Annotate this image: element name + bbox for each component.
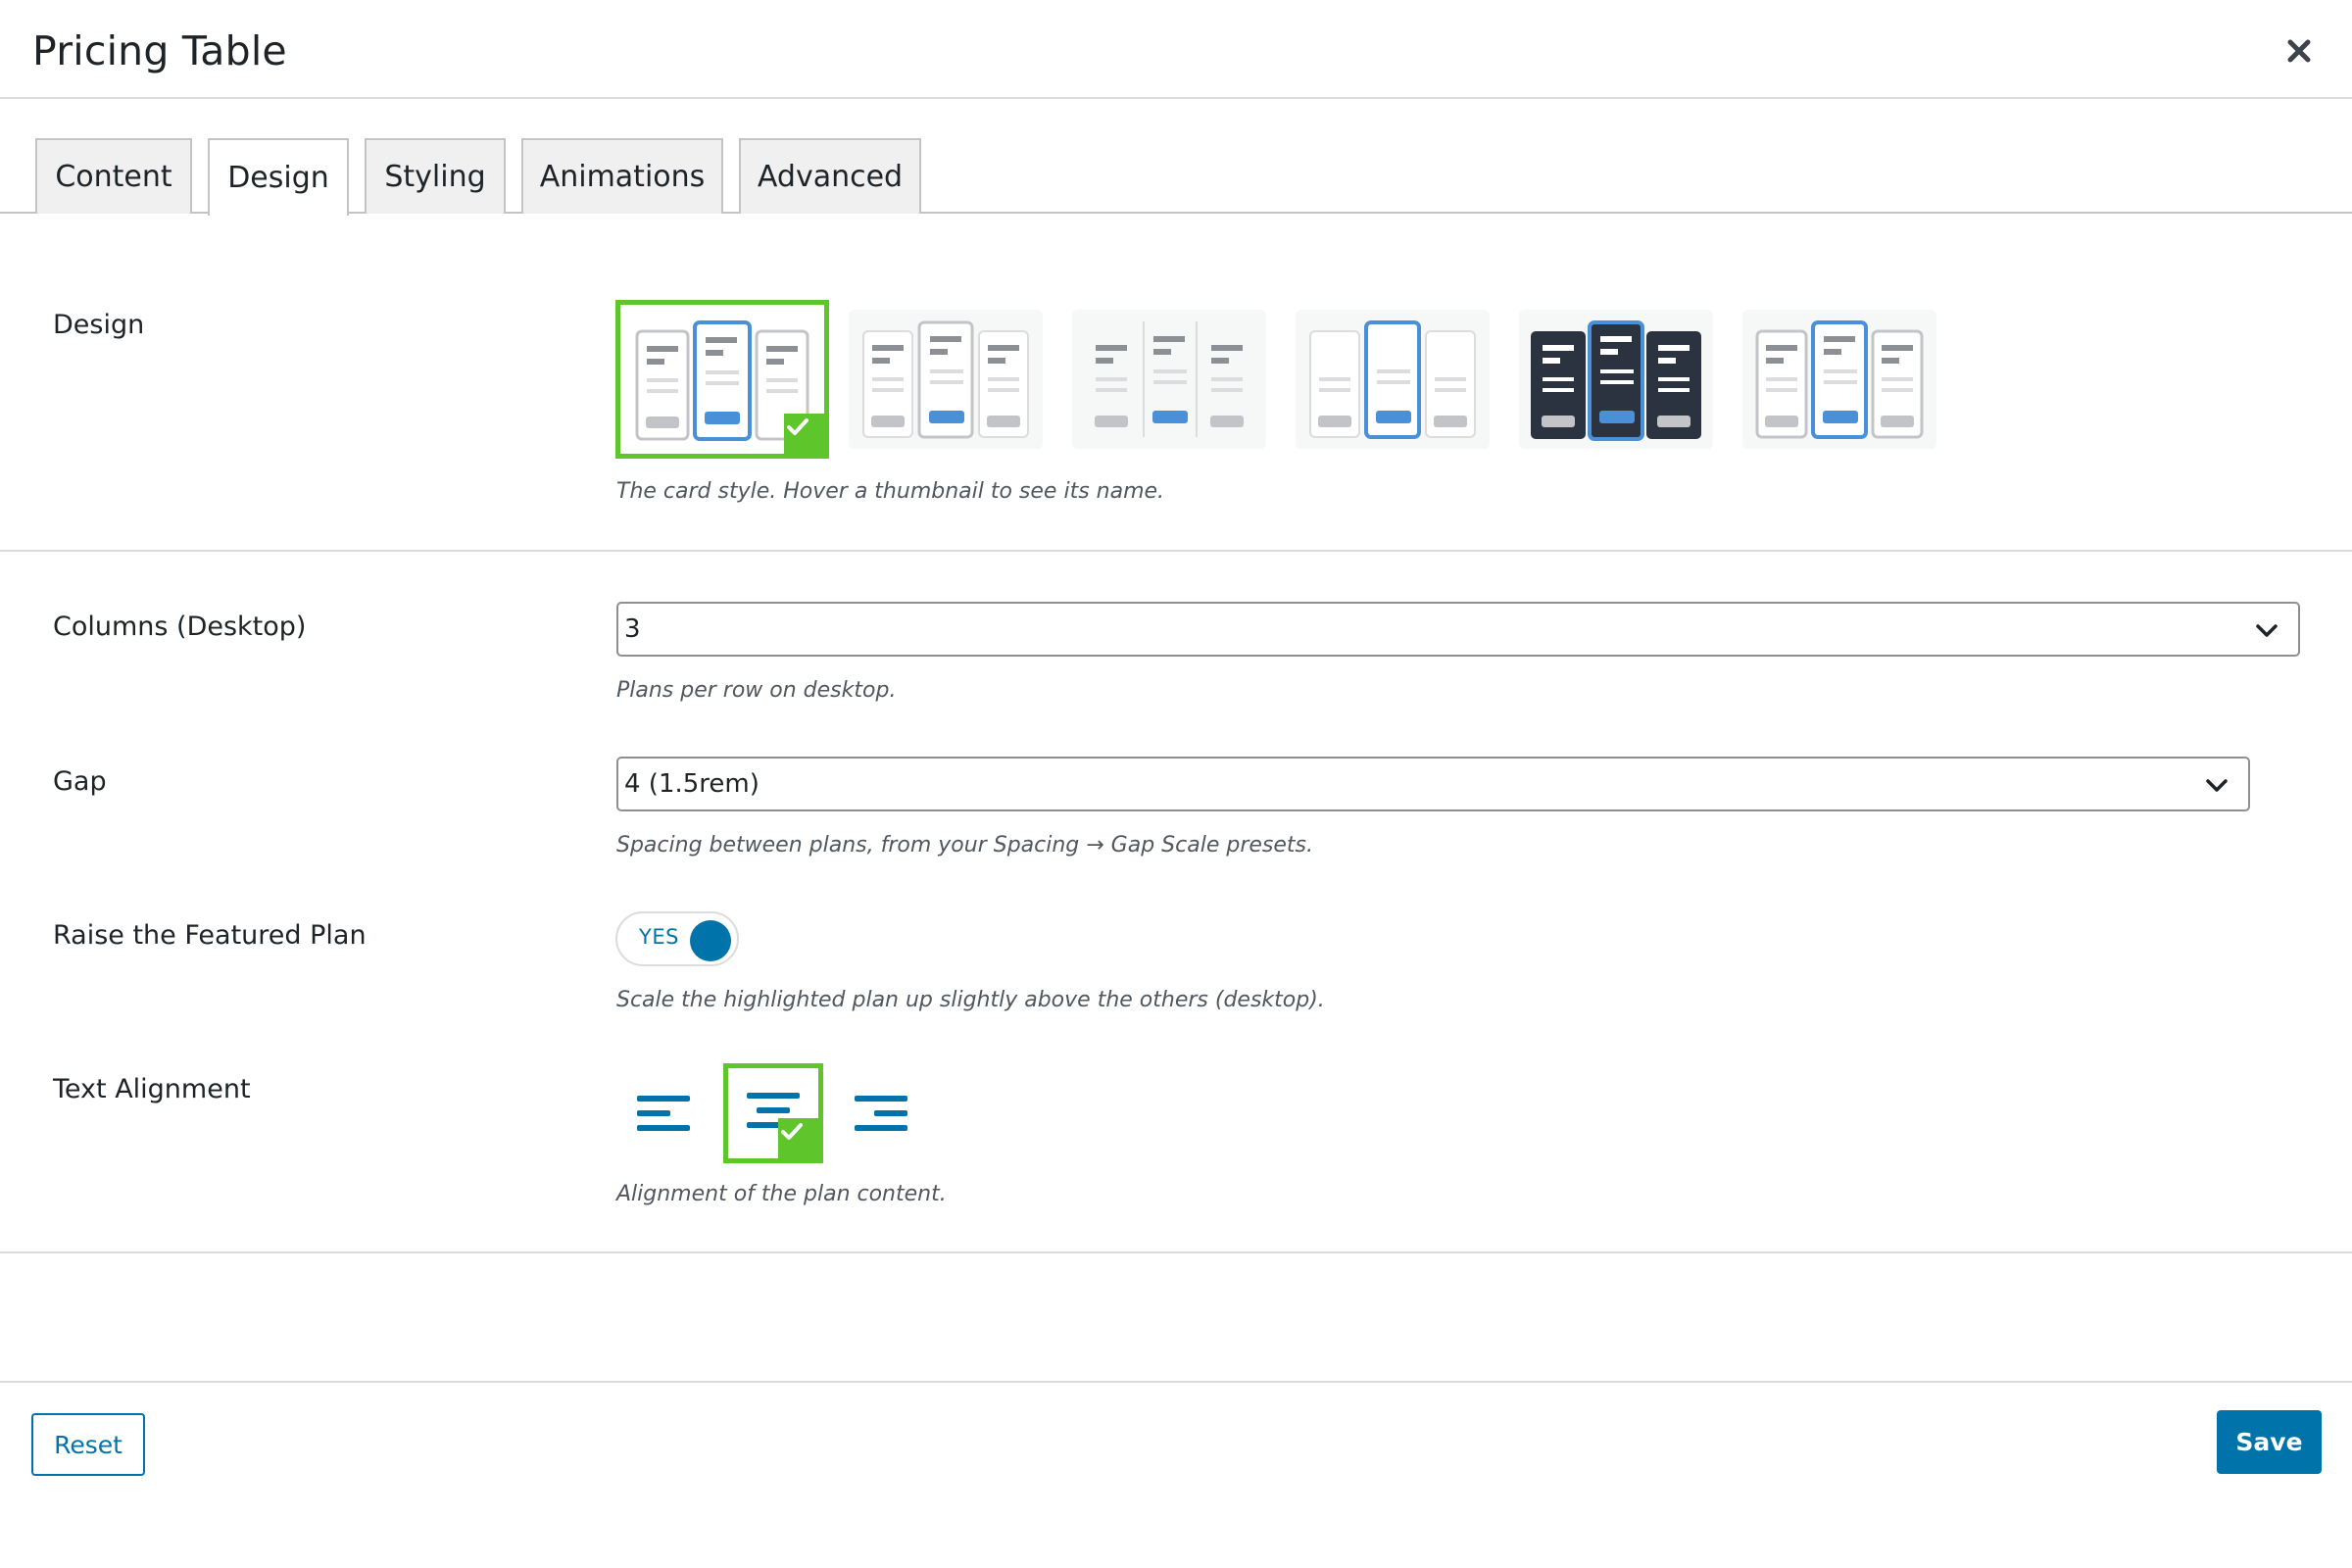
design-thumbnail-3[interactable] [1072, 310, 1266, 449]
design-thumbnail-2[interactable] [849, 310, 1043, 449]
checkmark-icon [784, 414, 829, 459]
save-button[interactable]: Save [2217, 1410, 2322, 1474]
modal-header: Pricing Table [0, 0, 2352, 99]
raise-featured-toggle[interactable]: YES [615, 911, 739, 966]
text-alignment-help-text: Alignment of the plan content. [616, 1182, 947, 1206]
design-thumbnail-4[interactable] [1296, 310, 1490, 449]
section-divider [0, 1251, 2352, 1253]
chevron-down-icon [2256, 624, 2278, 637]
columns-label: Columns (Desktop) [53, 612, 307, 642]
gap-select-value: 4 (1.5rem) [624, 769, 760, 799]
close-icon[interactable] [2279, 31, 2319, 71]
checkmark-icon [778, 1118, 823, 1163]
tab-advanced[interactable]: Advanced [739, 138, 921, 214]
raise-featured-help-text: Scale the highlighted plan up slightly a… [616, 988, 1325, 1012]
design-label: Design [53, 310, 145, 340]
design-help-text: The card style. Hover a thumbnail to see… [616, 479, 1165, 504]
gap-label: Gap [53, 766, 107, 797]
tab-bar: Content Design Styling Animations Advanc… [0, 138, 2352, 216]
tab-styling[interactable]: Styling [365, 138, 506, 214]
columns-select-value: 3 [624, 614, 641, 644]
text-alignment-label: Text Alignment [53, 1074, 251, 1104]
raise-featured-label: Raise the Featured Plan [53, 920, 367, 951]
tab-content[interactable]: Content [35, 138, 192, 214]
tab-design[interactable]: Design [208, 138, 349, 216]
columns-help-text: Plans per row on desktop. [616, 678, 897, 703]
toggle-knob [690, 920, 731, 961]
reset-button[interactable]: Reset [31, 1413, 145, 1476]
chevron-down-icon [2206, 779, 2228, 792]
align-center-icon[interactable] [723, 1063, 823, 1163]
align-left-icon[interactable] [615, 1065, 711, 1161]
toggle-state-text: YES [639, 925, 679, 949]
tab-animations[interactable]: Animations [521, 138, 723, 214]
design-thumbnail-5[interactable] [1519, 310, 1713, 449]
section-divider [0, 550, 2352, 552]
footer-divider [0, 1381, 2352, 1383]
columns-select[interactable]: 3 [616, 602, 2300, 657]
align-right-icon[interactable] [833, 1065, 929, 1161]
modal-title: Pricing Table [32, 27, 287, 74]
pricing-table-modal: Pricing Table Content Design Styling Ani… [0, 0, 2352, 1568]
design-thumbnail-1[interactable] [615, 300, 829, 459]
gap-select[interactable]: 4 (1.5rem) [616, 757, 2250, 811]
gap-help-text: Spacing between plans, from your Spacing… [616, 833, 1313, 858]
design-thumbnail-6[interactable] [1742, 310, 1936, 449]
